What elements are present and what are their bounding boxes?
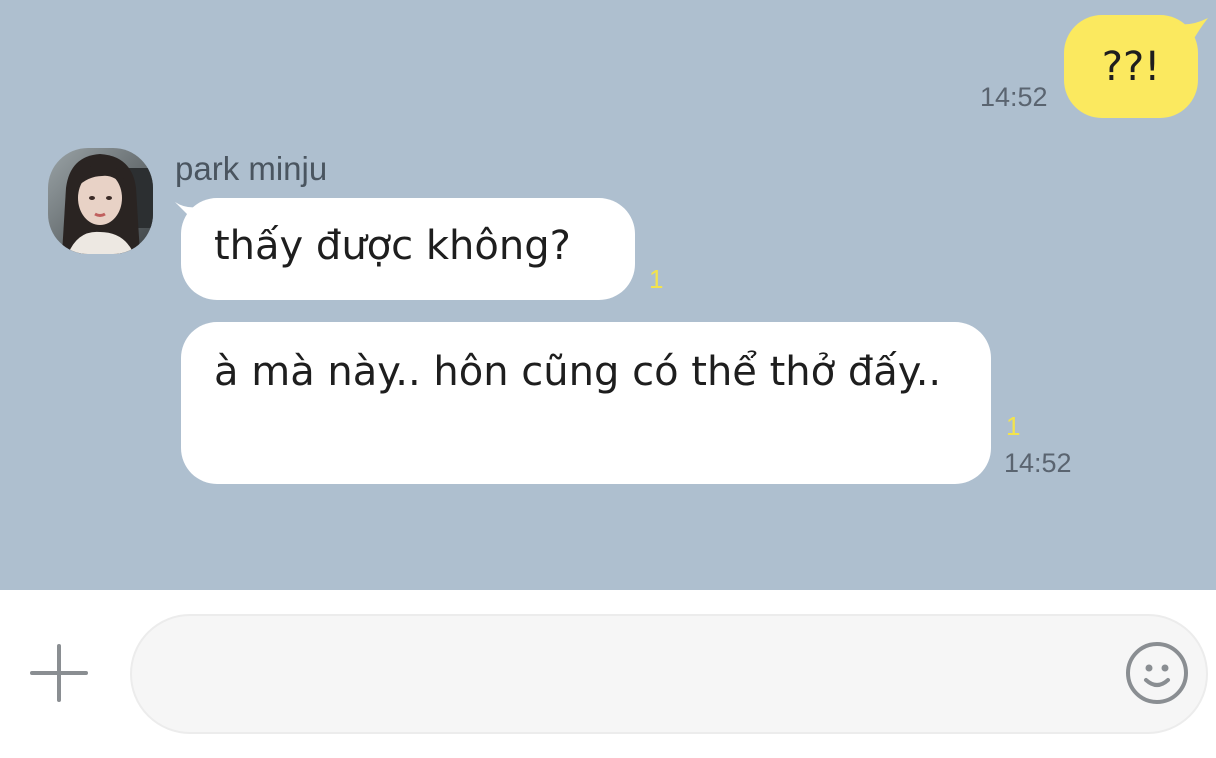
incoming-message-bubble[interactable]: à mà này.. hôn cũng có thể thở đấy.. <box>181 322 991 484</box>
incoming-message-bubble[interactable]: thấy được không? <box>181 198 635 300</box>
outgoing-message-text: ??! <box>1101 43 1161 90</box>
unread-count: 1 <box>1006 411 1021 441</box>
incoming-message-text: thấy được không? <box>214 223 571 269</box>
unread-count: 1 <box>649 264 664 294</box>
incoming-message-text: à mà này.. hôn cũng có thể thở đấy.. <box>214 349 942 395</box>
smiley-icon <box>1126 642 1188 704</box>
message-input[interactable] <box>130 614 1208 734</box>
incoming-message-time: 14:52 <box>1004 448 1072 478</box>
profile-photo-icon <box>48 148 153 254</box>
avatar[interactable] <box>48 148 153 254</box>
emoji-button[interactable] <box>1124 640 1190 706</box>
sender-name: park minju <box>175 150 328 187</box>
outgoing-message-bubble[interactable]: ??! <box>1064 15 1198 118</box>
chat-area[interactable]: 14:52 ??! park minju thấy được không? 1 … <box>0 0 1216 590</box>
attach-button[interactable] <box>30 644 88 702</box>
plus-icon <box>30 644 88 702</box>
outgoing-message-time: 14:52 <box>980 82 1048 112</box>
